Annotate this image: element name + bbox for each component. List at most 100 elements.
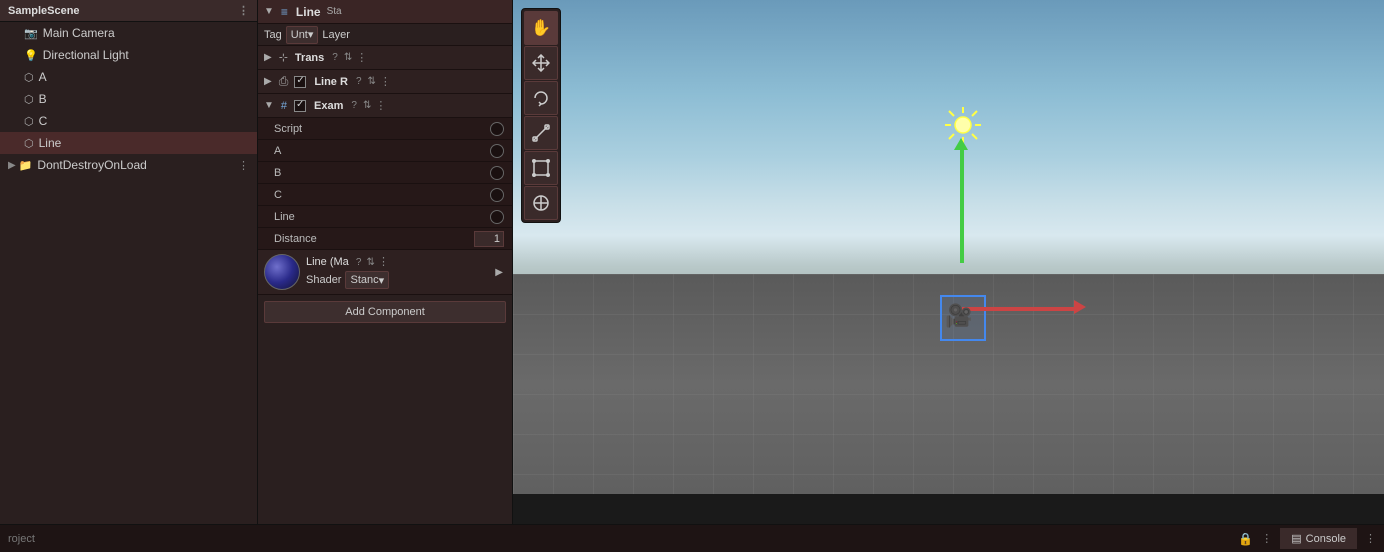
line-renderer-help-icon[interactable]: ? [356, 76, 362, 87]
scene-toolbar: ✋ [521, 8, 561, 223]
b-circle-icon[interactable] [490, 166, 504, 180]
line-renderer-settings-icon[interactable]: ⇅ [368, 76, 376, 87]
c-label: C [274, 189, 490, 201]
inspector-panel: ▼ ≡ Line Sta Tag Unt▾ Layer ▶ ⊹ Trans ? … [258, 0, 513, 524]
script-circle-icon[interactable] [490, 122, 504, 136]
hierarchy-item-directional-light[interactable]: 💡 Directional Light [0, 44, 257, 66]
material-expand-row: ▶ [495, 267, 506, 278]
line-renderer-checkbox[interactable] [294, 76, 306, 88]
shader-dropdown[interactable]: Stanc▾ [345, 271, 389, 289]
add-component-button[interactable]: Add Component [264, 301, 506, 323]
gameobject-icon-b: ⬡ [24, 93, 34, 106]
material-name-label: Line (Ma [306, 256, 349, 268]
c-circle-icon[interactable] [490, 188, 504, 202]
line-status-label: Sta [327, 6, 342, 17]
material-help-icon[interactable]: ? [356, 257, 362, 268]
example-checkbox[interactable] [294, 100, 306, 112]
hierarchy-item-c[interactable]: ⬡ C [0, 110, 257, 132]
a-label: A [274, 145, 490, 157]
camera-icon: 📷 [24, 27, 38, 40]
hierarchy-title: SampleScene [8, 5, 80, 17]
dont-destroy-menu[interactable]: ⋮ [238, 159, 249, 172]
example-toggle[interactable]: ▼ [264, 100, 274, 111]
script-field-row: Script [258, 118, 512, 140]
transform-settings-icon[interactable]: ⇅ [344, 52, 352, 63]
hierarchy-item-b[interactable]: ⬡ B [0, 88, 257, 110]
status-bar: roject 🔒 ⋮ ▤ Console ⋮ [0, 524, 1384, 552]
line-field-value [490, 210, 504, 224]
hierarchy-label-b: B [39, 92, 47, 106]
scale-tool-button[interactable] [524, 116, 558, 150]
hash-icon: # [281, 100, 287, 112]
scene-icon-dont-destroy: 📁 [19, 159, 33, 172]
hierarchy-item-dont-destroy[interactable]: ▶ 📁 DontDestroyOnLoad ⋮ [0, 154, 257, 176]
tag-dropdown[interactable]: Unt▾ [286, 26, 319, 44]
gameobject-icon-line: ⬡ [24, 137, 34, 150]
example-component-row: ▼ # Exam ? ⇅ ⋮ [258, 94, 512, 118]
object-collapse-toggle[interactable]: ▼ [264, 6, 274, 17]
line-renderer-row: ▶ ⎙ Line R ? ⇅ ⋮ [258, 70, 512, 94]
expand-arrow-dont-destroy[interactable]: ▶ [8, 160, 16, 171]
line-field-label: Line [274, 211, 490, 223]
hierarchy-item-line[interactable]: ⬡ Line [0, 132, 257, 154]
shader-label: Shader [306, 274, 341, 286]
line-icon: ≡ [281, 5, 288, 19]
material-menu-icon[interactable]: ⋮ [378, 256, 389, 268]
console-icon: ▤ [1291, 532, 1301, 545]
move-tool-button[interactable] [524, 46, 558, 80]
c-field-row: C [258, 184, 512, 206]
a-field-value [490, 144, 504, 158]
example-menu-icon[interactable]: ⋮ [375, 99, 386, 112]
line-circle-icon[interactable] [490, 210, 504, 224]
transform-menu-icon[interactable]: ⋮ [356, 51, 367, 64]
statusbar-dots-left[interactable]: ⋮ [1261, 532, 1272, 545]
hierarchy-menu-button[interactable]: ⋮ [238, 4, 249, 17]
distance-value[interactable]: 1 [474, 231, 504, 247]
hierarchy-label-a: A [39, 70, 47, 84]
distance-label: Distance [274, 233, 474, 245]
example-help-icon[interactable]: ? [351, 100, 357, 111]
line-renderer-label: Line R [314, 76, 348, 88]
hierarchy-item-a[interactable]: ⬡ A [0, 66, 257, 88]
material-settings-icon[interactable]: ⇅ [366, 257, 374, 268]
example-settings-icon[interactable]: ⇅ [363, 100, 371, 111]
scene-view: 🎥 ✋ [513, 0, 1384, 524]
a-circle-icon[interactable] [490, 144, 504, 158]
hierarchy-label-directional-light: Directional Light [43, 48, 129, 62]
shader-value: Stanc [350, 274, 378, 286]
console-tab[interactable]: ▤ Console [1280, 528, 1357, 549]
a-field-row: A [258, 140, 512, 162]
add-component-label: Add Component [345, 306, 425, 318]
material-expand-toggle[interactable]: ▶ [495, 267, 503, 278]
hierarchy-label-dont-destroy: DontDestroyOnLoad [37, 158, 146, 172]
material-row: Line (Ma ? ⇅ ⋮ Shader Stanc▾ ▶ [258, 250, 512, 295]
b-field-value [490, 166, 504, 180]
script-field-value [490, 122, 504, 136]
statusbar-dots-right[interactable]: ⋮ [1365, 532, 1376, 545]
example-label: Exam [314, 100, 343, 112]
transform-pos-icon: ⊹ [279, 51, 288, 64]
lock-icon[interactable]: 🔒 [1238, 532, 1253, 546]
rotate-tool-button[interactable] [524, 81, 558, 115]
hierarchy-item-main-camera[interactable]: 📷 Main Camera [0, 22, 257, 44]
line-renderer-menu-icon[interactable]: ⋮ [380, 75, 391, 88]
transform-label: Trans [295, 52, 324, 64]
transform-help-icon[interactable]: ? [332, 52, 338, 63]
script-label: Script [274, 123, 490, 135]
hierarchy-label-line: Line [39, 136, 62, 150]
transform-toggle[interactable]: ▶ [264, 52, 272, 63]
sky-background [513, 0, 1384, 314]
transform-tool-button[interactable] [524, 186, 558, 220]
green-arrow-head [954, 138, 968, 150]
layer-label: Layer [322, 29, 350, 41]
hierarchy-label-main-camera: Main Camera [43, 26, 115, 40]
red-arrow-head [1074, 300, 1086, 314]
project-label: roject [8, 533, 35, 545]
line-renderer-toggle[interactable]: ▶ [264, 76, 272, 87]
distance-field-row: Distance 1 [258, 228, 512, 250]
rect-tool-button[interactable] [524, 151, 558, 185]
hierarchy-label-c: C [39, 114, 48, 128]
inspector-scroll[interactable]: ▼ ≡ Line Sta Tag Unt▾ Layer ▶ ⊹ Trans ? … [258, 0, 512, 524]
hierarchy-header: SampleScene ⋮ [0, 0, 257, 22]
hand-tool-button[interactable]: ✋ [524, 11, 558, 45]
